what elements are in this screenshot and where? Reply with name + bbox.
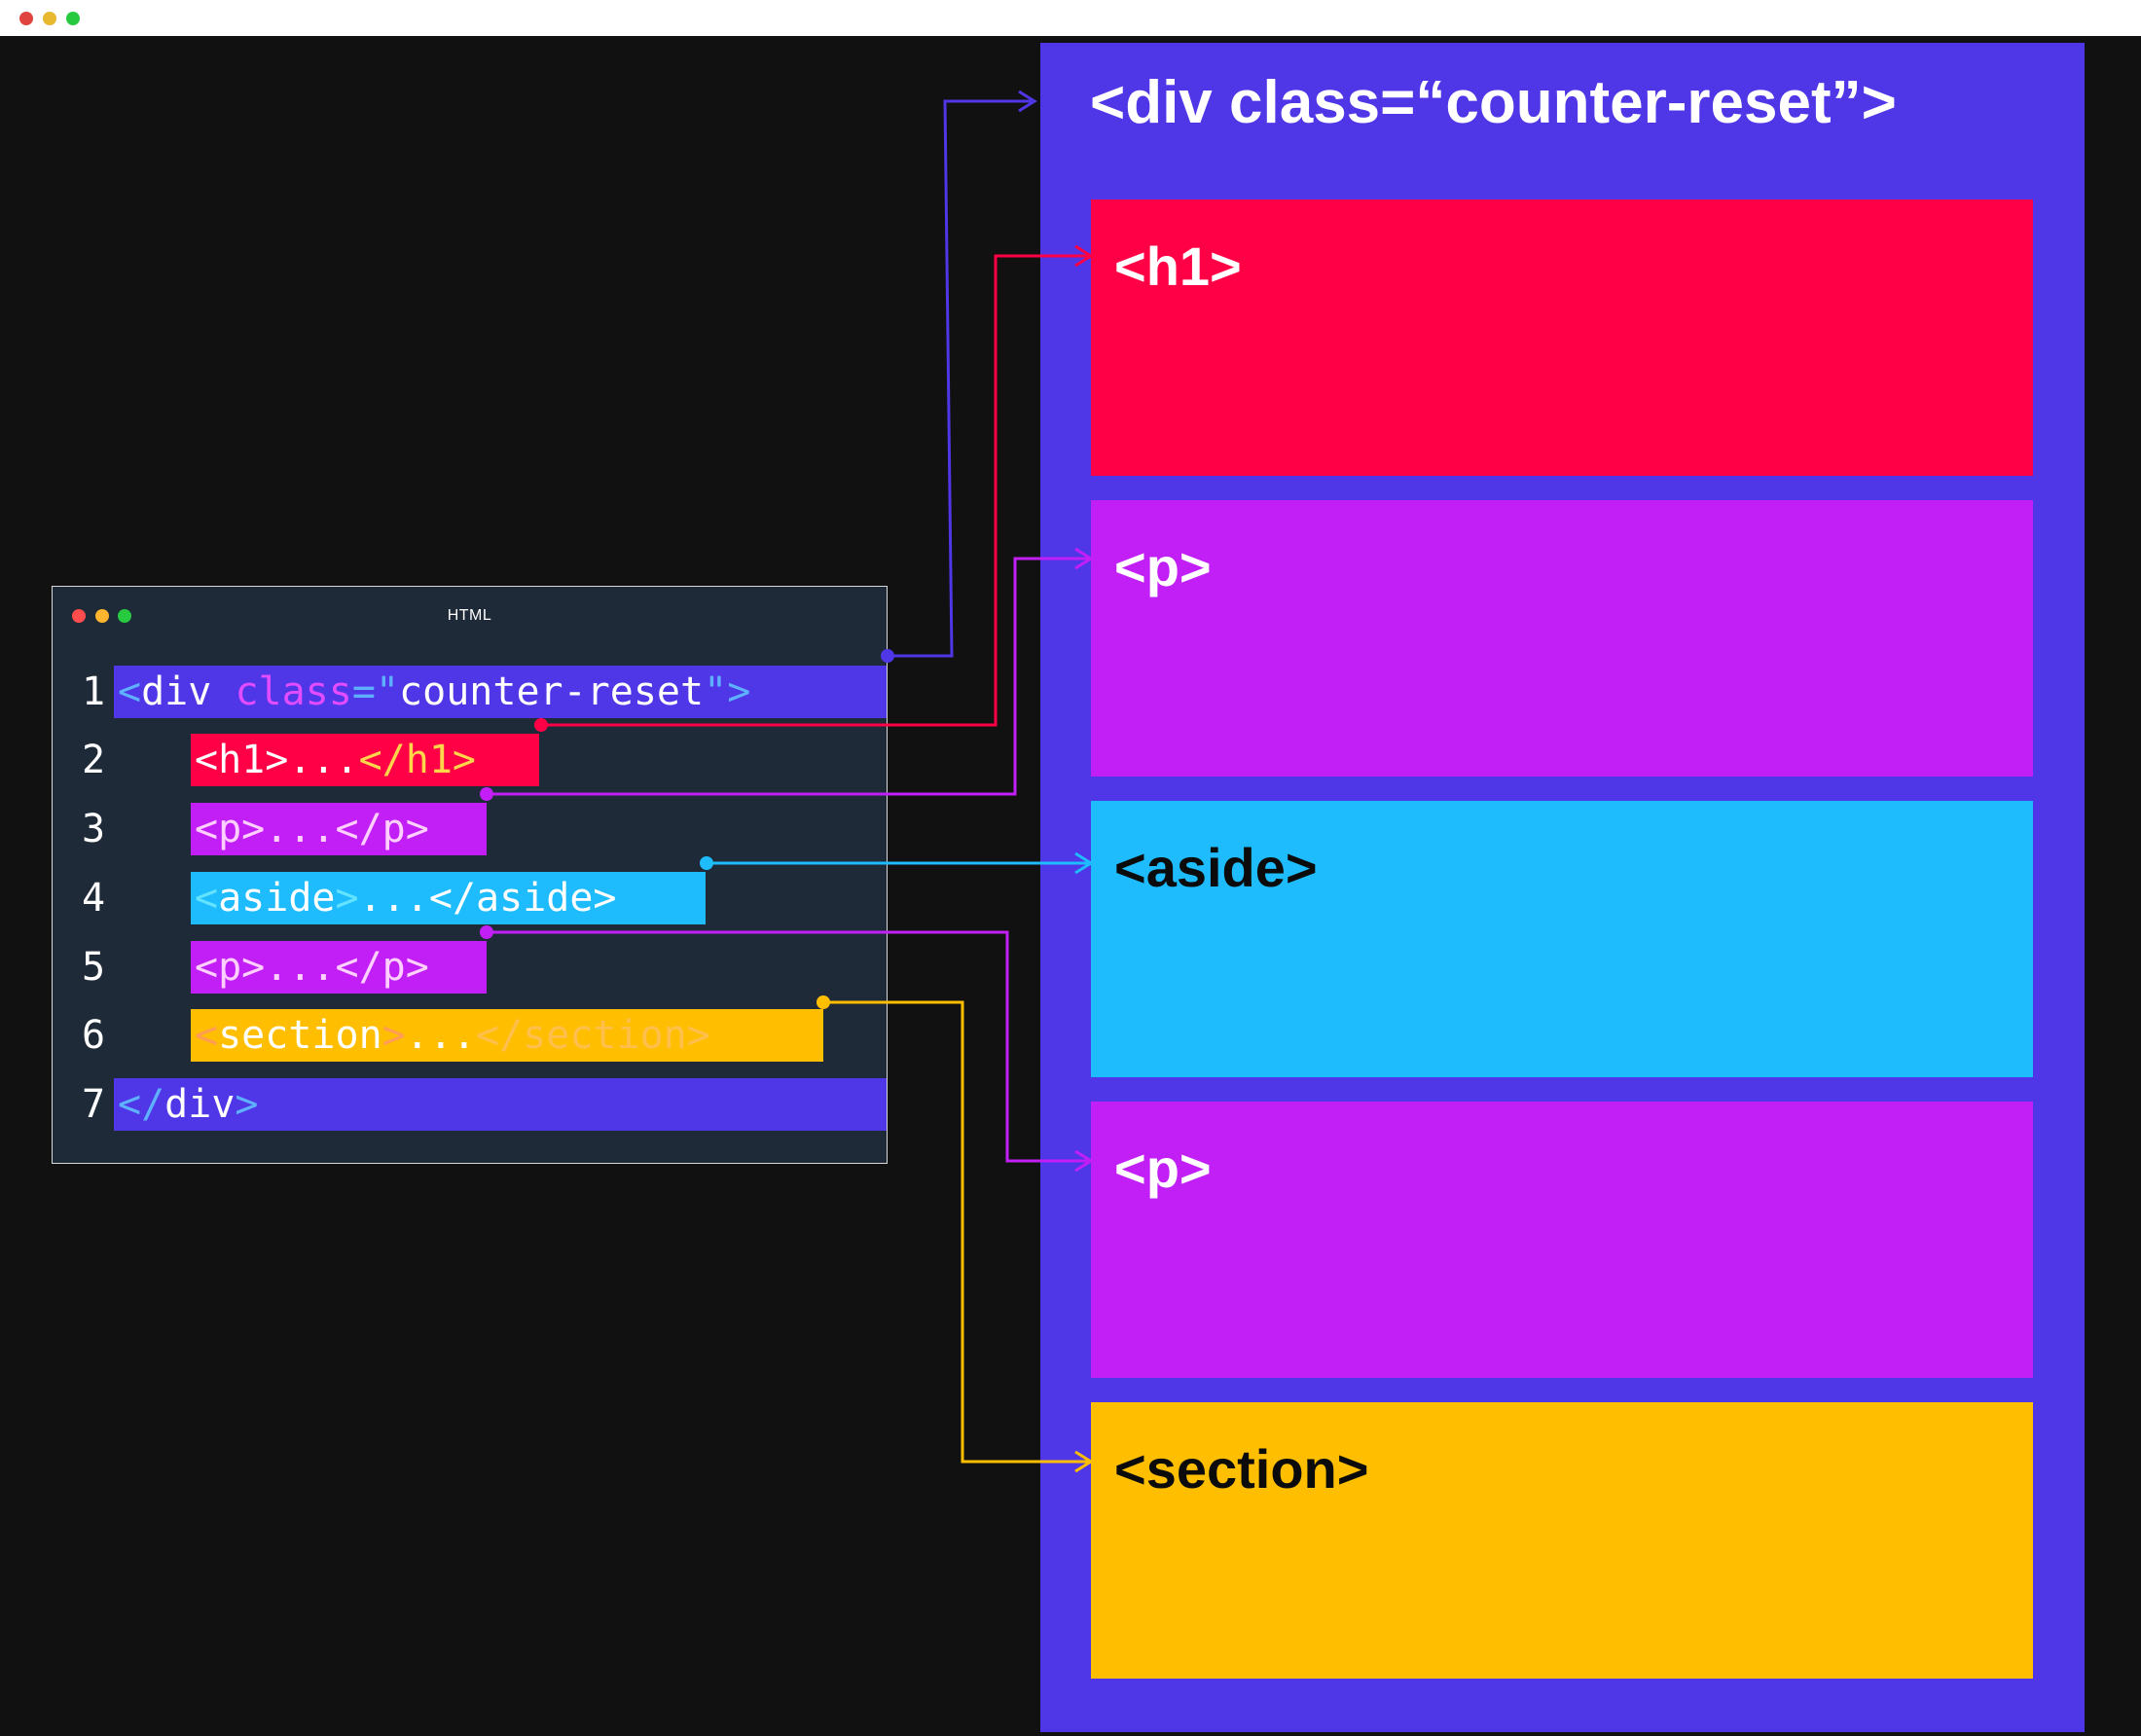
close-window-icon[interactable] [19, 12, 33, 25]
p-second-connector-arrow [480, 925, 1094, 1173]
aside-connector-arrow [700, 851, 1094, 875]
window-titlebar [0, 0, 2141, 37]
div-connector-arrow [881, 90, 1037, 663]
maximize-window-icon[interactable] [66, 12, 80, 25]
p-first-connector-arrow [480, 547, 1094, 801]
minimize-window-icon[interactable] [43, 12, 56, 25]
connector-arrows [480, 90, 1094, 1473]
diagram-canvas: HTML 1 <div class="counter-reset"> 2 <h1… [0, 36, 2141, 1736]
h1-connector-arrow [534, 244, 1094, 732]
section-connector-arrow [816, 995, 1094, 1473]
